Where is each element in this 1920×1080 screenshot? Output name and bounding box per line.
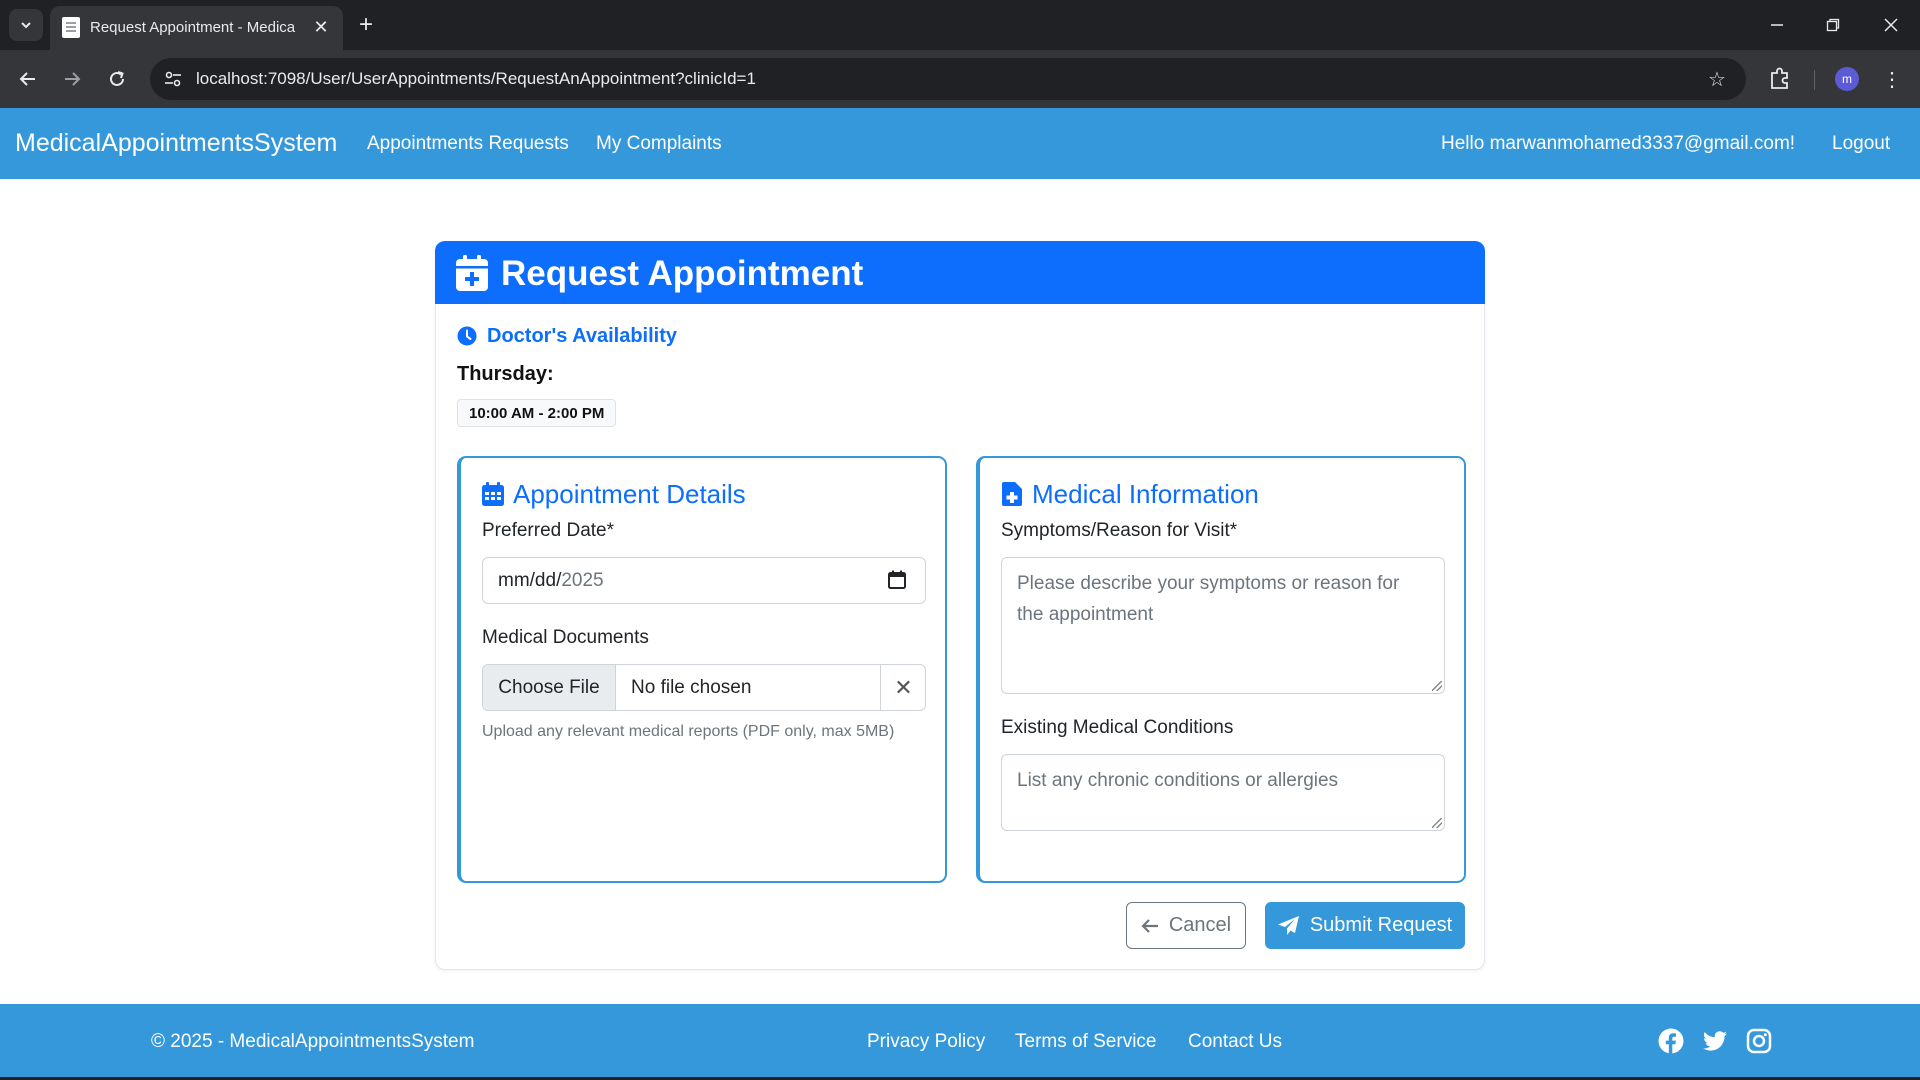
preferred-date-input[interactable]: mm/dd/2025 (482, 557, 926, 604)
footer-link-privacy[interactable]: Privacy Policy (867, 1031, 985, 1053)
site-info-icon[interactable] (162, 68, 184, 90)
logout-link[interactable]: Logout (1832, 133, 1890, 155)
conditions-placeholder: List any chronic conditions or allergies (1017, 770, 1339, 791)
symptoms-placeholder: Please describe your symptoms or reason … (1017, 573, 1400, 625)
submit-button-label: Submit Request (1309, 914, 1453, 936)
preferred-date-label: Preferred Date* (482, 520, 615, 541)
appointment-details-panel: Appointment Details Preferred Date* mm/d… (457, 456, 947, 883)
close-icon[interactable]: ✕ (309, 15, 333, 39)
bookmark-star-icon[interactable]: ☆ (1704, 66, 1730, 92)
document-icon (62, 17, 80, 38)
minimize-icon[interactable] (1762, 10, 1792, 40)
medical-information-title: Medical Information (1032, 479, 1259, 509)
site-navbar: MedicalAppointmentsSystem Appointments R… (0, 108, 1920, 179)
resize-grip-icon[interactable] (1432, 818, 1442, 828)
tab-search-icon[interactable] (9, 9, 43, 41)
nav-link-my-complaints[interactable]: My Complaints (596, 133, 722, 155)
browser-tab-bar: Request Appointment - Medica ✕ + (0, 0, 1920, 50)
kebab-menu-icon[interactable]: ⋮ (1880, 64, 1904, 94)
symptoms-label: Symptoms/Reason for Visit* (1001, 520, 1238, 541)
extensions-icon[interactable] (1766, 64, 1794, 92)
footer-link-terms[interactable]: Terms of Service (1015, 1031, 1156, 1053)
profile-avatar[interactable]: m (1835, 67, 1859, 91)
facebook-icon[interactable] (1658, 1028, 1684, 1054)
browser-toolbar: localhost:7098/User/UserAppointments/Req… (0, 50, 1920, 108)
file-status: No file chosen (631, 677, 752, 698)
appointment-details-title: Appointment Details (513, 479, 746, 509)
resize-grip-icon[interactable] (1432, 681, 1442, 691)
user-greeting[interactable]: Hello marwanmohamed3337@gmail.com! (1441, 133, 1795, 155)
brand-link[interactable]: MedicalAppointmentsSystem (15, 129, 337, 158)
forward-arrow-icon[interactable] (57, 64, 87, 94)
plus-icon[interactable]: + (352, 9, 380, 41)
restore-icon[interactable] (1818, 10, 1848, 40)
choose-file-button[interactable]: Choose File (483, 665, 616, 710)
calendar-picker-icon[interactable] (887, 570, 907, 590)
footer-link-contact[interactable]: Contact Us (1188, 1031, 1282, 1053)
arrow-left-icon (1141, 918, 1158, 933)
site-footer: © 2025 - MedicalAppointmentsSystem Priva… (0, 1004, 1920, 1077)
conditions-label: Existing Medical Conditions (1001, 717, 1234, 738)
card-header: Request Appointment (435, 241, 1485, 304)
browser-tab[interactable]: Request Appointment - Medica ✕ (50, 6, 343, 50)
tab-title: Request Appointment - Medica (90, 19, 296, 36)
instagram-icon[interactable] (1746, 1028, 1772, 1054)
conditions-textarea[interactable]: List any chronic conditions or allergies (1001, 754, 1445, 831)
date-format-mmdd: mm/dd/ (498, 570, 562, 591)
medical-documents-file-input[interactable]: Choose File No file chosen ✕ (482, 664, 926, 711)
twitter-icon[interactable] (1702, 1028, 1728, 1054)
medical-information-panel: Medical Information Symptoms/Reason for … (976, 456, 1466, 883)
nav-link-appointments-requests[interactable]: Appointments Requests (367, 133, 569, 155)
address-bar[interactable]: localhost:7098/User/UserAppointments/Req… (150, 58, 1746, 100)
cancel-button[interactable]: Cancel (1126, 902, 1246, 949)
request-appointment-card: Request Appointment Doctor's Availabilit… (435, 241, 1485, 970)
availability-day: Thursday: (457, 363, 554, 385)
medical-file-icon (1002, 482, 1022, 506)
footer-copyright: © 2025 - MedicalAppointmentsSystem (151, 1031, 475, 1052)
date-placeholder: mm/dd/2025 (498, 570, 604, 592)
calendar-icon (482, 482, 504, 506)
card-title: Request Appointment (501, 254, 864, 293)
symptoms-textarea[interactable]: Please describe your symptoms or reason … (1001, 557, 1445, 694)
back-arrow-icon[interactable] (13, 64, 43, 94)
reload-icon[interactable] (102, 64, 132, 94)
clock-icon (457, 326, 477, 346)
calendar-plus-icon (456, 255, 488, 291)
clear-file-icon[interactable]: ✕ (880, 665, 925, 710)
close-window-icon[interactable] (1876, 10, 1906, 40)
documents-help-text: Upload any relevant medical reports (PDF… (482, 723, 895, 740)
medical-documents-label: Medical Documents (482, 627, 649, 648)
cancel-button-label: Cancel (1168, 914, 1232, 936)
availability-slot-badge: 10:00 AM - 2:00 PM (457, 399, 617, 427)
url-text[interactable]: localhost:7098/User/UserAppointments/Req… (196, 69, 756, 89)
submit-request-button[interactable]: Submit Request (1265, 902, 1465, 949)
toolbar-divider (1814, 70, 1815, 90)
availability-title: Doctor's Availability (487, 325, 677, 347)
paper-plane-icon (1277, 915, 1299, 935)
date-year: 2025 (561, 570, 604, 591)
